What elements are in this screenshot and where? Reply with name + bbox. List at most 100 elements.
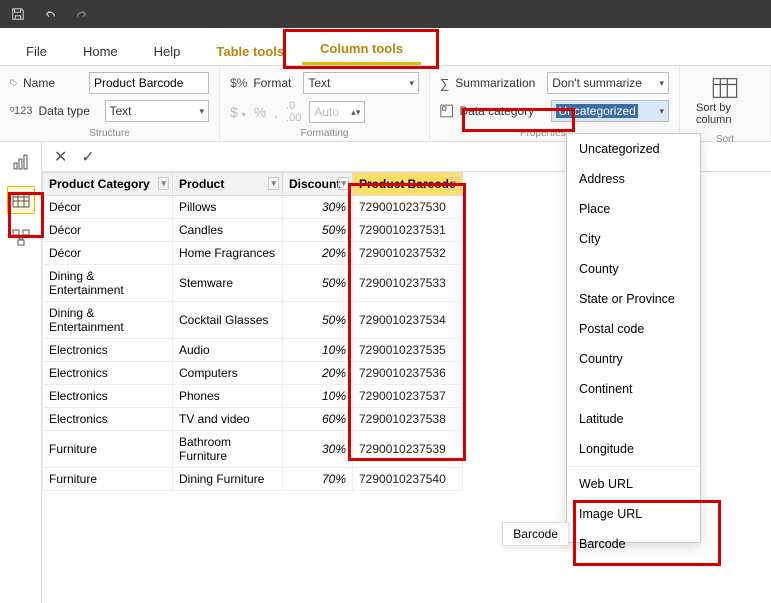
table-row[interactable]: Electronics Audio 10% 7290010237535: [43, 339, 463, 362]
ribbon: Name ᵅ123 Data type Text▾ Structure $% F…: [0, 66, 771, 142]
col-category[interactable]: Product Category▾: [43, 173, 173, 196]
menu-item[interactable]: County: [567, 254, 700, 284]
table-row[interactable]: Décor Candles 50% 7290010237531: [43, 219, 463, 242]
stepper-icon: ▴▾: [351, 107, 360, 118]
cell-barcode: 7290010237539: [353, 431, 463, 468]
name-input[interactable]: [89, 72, 209, 94]
cell-product: Phones: [173, 385, 283, 408]
table-row[interactable]: Dining & Entertainment Cocktail Glasses …: [43, 302, 463, 339]
menu-item[interactable]: Longitude: [567, 434, 700, 464]
cell-category: Furniture: [43, 468, 173, 491]
filter-icon[interactable]: ▾: [158, 177, 169, 190]
save-icon[interactable]: [8, 4, 28, 24]
datacategory-label: Data category: [459, 104, 545, 118]
datacategory-dropdown[interactable]: Uncategorized ▾: [551, 100, 669, 122]
col-product[interactable]: Product▾: [173, 173, 283, 196]
cell-discount: 30%: [283, 431, 353, 468]
menu-item[interactable]: Image URL: [567, 499, 700, 529]
datacategory-menu: UncategorizedAddressPlaceCityCountyState…: [566, 133, 701, 543]
menu-item[interactable]: Uncategorized: [567, 134, 700, 164]
datatype-icon: ᵅ123: [10, 105, 33, 117]
col-discount[interactable]: Discount▾: [283, 173, 353, 196]
undo-icon[interactable]: [40, 4, 60, 24]
menu-item[interactable]: City: [567, 224, 700, 254]
report-view-button[interactable]: [7, 148, 35, 176]
chevron-down-icon: ▾: [659, 106, 664, 117]
cell-product: Audio: [173, 339, 283, 362]
cell-category: Décor: [43, 242, 173, 265]
table-row[interactable]: Dining & Entertainment Stemware 50% 7290…: [43, 265, 463, 302]
menu-item[interactable]: Web URL: [567, 469, 700, 499]
menu-item[interactable]: Latitude: [567, 404, 700, 434]
titlebar: [0, 0, 771, 28]
redo-icon[interactable]: [72, 4, 92, 24]
cell-discount: 20%: [283, 362, 353, 385]
table-row[interactable]: Electronics TV and video 60% 72900102375…: [43, 408, 463, 431]
filter-icon[interactable]: ▾: [448, 177, 459, 190]
decimal-places-input[interactable]: Auto ▴▾: [309, 101, 365, 123]
chart-icon: [12, 153, 30, 171]
menu-item[interactable]: Address: [567, 164, 700, 194]
summarization-dropdown[interactable]: Don't summarize ▾: [547, 72, 669, 94]
cell-discount: 50%: [283, 302, 353, 339]
menu-item[interactable]: Continent: [567, 374, 700, 404]
datacategory-value: Uncategorized: [556, 104, 637, 118]
table-row[interactable]: Electronics Phones 10% 7290010237537: [43, 385, 463, 408]
table-row[interactable]: Furniture Dining Furniture 70% 729001023…: [43, 468, 463, 491]
sort-by-column-button[interactable]: Sort by column: [690, 72, 760, 130]
model-view-button[interactable]: [7, 224, 35, 252]
commit-icon[interactable]: ✓: [81, 147, 94, 167]
cell-category: Electronics: [43, 385, 173, 408]
cell-barcode: 7290010237533: [353, 265, 463, 302]
cancel-icon[interactable]: ✕: [54, 147, 67, 167]
cell-barcode: 7290010237538: [353, 408, 463, 431]
tab-home[interactable]: Home: [65, 36, 136, 65]
cell-category: Electronics: [43, 339, 173, 362]
summarization-value: Don't summarize: [552, 76, 642, 90]
chevron-down-icon: ▾: [659, 78, 664, 89]
data-view-button[interactable]: [7, 186, 35, 214]
datatype-dropdown[interactable]: Text▾: [105, 100, 210, 122]
format-value: Text: [308, 76, 330, 90]
tab-column-tools[interactable]: Column tools: [302, 33, 421, 65]
tab-file[interactable]: File: [8, 36, 65, 65]
sigma-icon: ∑: [440, 76, 449, 91]
comma-icon[interactable]: ,: [274, 104, 278, 120]
cell-barcode: 7290010237537: [353, 385, 463, 408]
tab-table-tools[interactable]: Table tools: [198, 36, 302, 65]
decimal-icon[interactable]: .0.00: [286, 100, 301, 124]
cell-barcode: 7290010237536: [353, 362, 463, 385]
cell-product: Computers: [173, 362, 283, 385]
cell-discount: 20%: [283, 242, 353, 265]
table-row[interactable]: Furniture Bathroom Furniture 30% 7290010…: [43, 431, 463, 468]
cell-discount: 70%: [283, 468, 353, 491]
table-row[interactable]: Electronics Computers 20% 7290010237536: [43, 362, 463, 385]
menu-item[interactable]: State or Province: [567, 284, 700, 314]
filter-icon[interactable]: ▾: [268, 177, 279, 190]
cell-product: Cocktail Glasses: [173, 302, 283, 339]
col-barcode[interactable]: Product Barcode▾: [353, 173, 463, 196]
cell-category: Electronics: [43, 362, 173, 385]
menu-item[interactable]: Country: [567, 344, 700, 374]
cell-category: Dining & Entertainment: [43, 302, 173, 339]
currency-icon[interactable]: $ ▾: [230, 104, 246, 120]
menu-item[interactable]: Barcode: [567, 529, 700, 559]
format-icon: $%: [230, 76, 247, 90]
cell-product: Home Fragrances: [173, 242, 283, 265]
cell-discount: 50%: [283, 219, 353, 242]
table-row[interactable]: Décor Pillows 30% 7290010237530: [43, 196, 463, 219]
filter-icon[interactable]: ▾: [338, 177, 349, 190]
menu-separator: [567, 466, 700, 467]
format-dropdown[interactable]: Text▾: [303, 72, 419, 94]
table-row[interactable]: Décor Home Fragrances 20% 7290010237532: [43, 242, 463, 265]
group-structure-label: Structure: [10, 124, 209, 139]
menu-item[interactable]: Postal code: [567, 314, 700, 344]
cell-barcode: 7290010237530: [353, 196, 463, 219]
cell-discount: 10%: [283, 339, 353, 362]
format-label: Format: [253, 76, 297, 90]
tab-help[interactable]: Help: [136, 36, 199, 65]
category-icon: [440, 104, 453, 118]
percent-icon[interactable]: %: [254, 104, 266, 120]
cell-barcode: 7290010237540: [353, 468, 463, 491]
menu-item[interactable]: Place: [567, 194, 700, 224]
